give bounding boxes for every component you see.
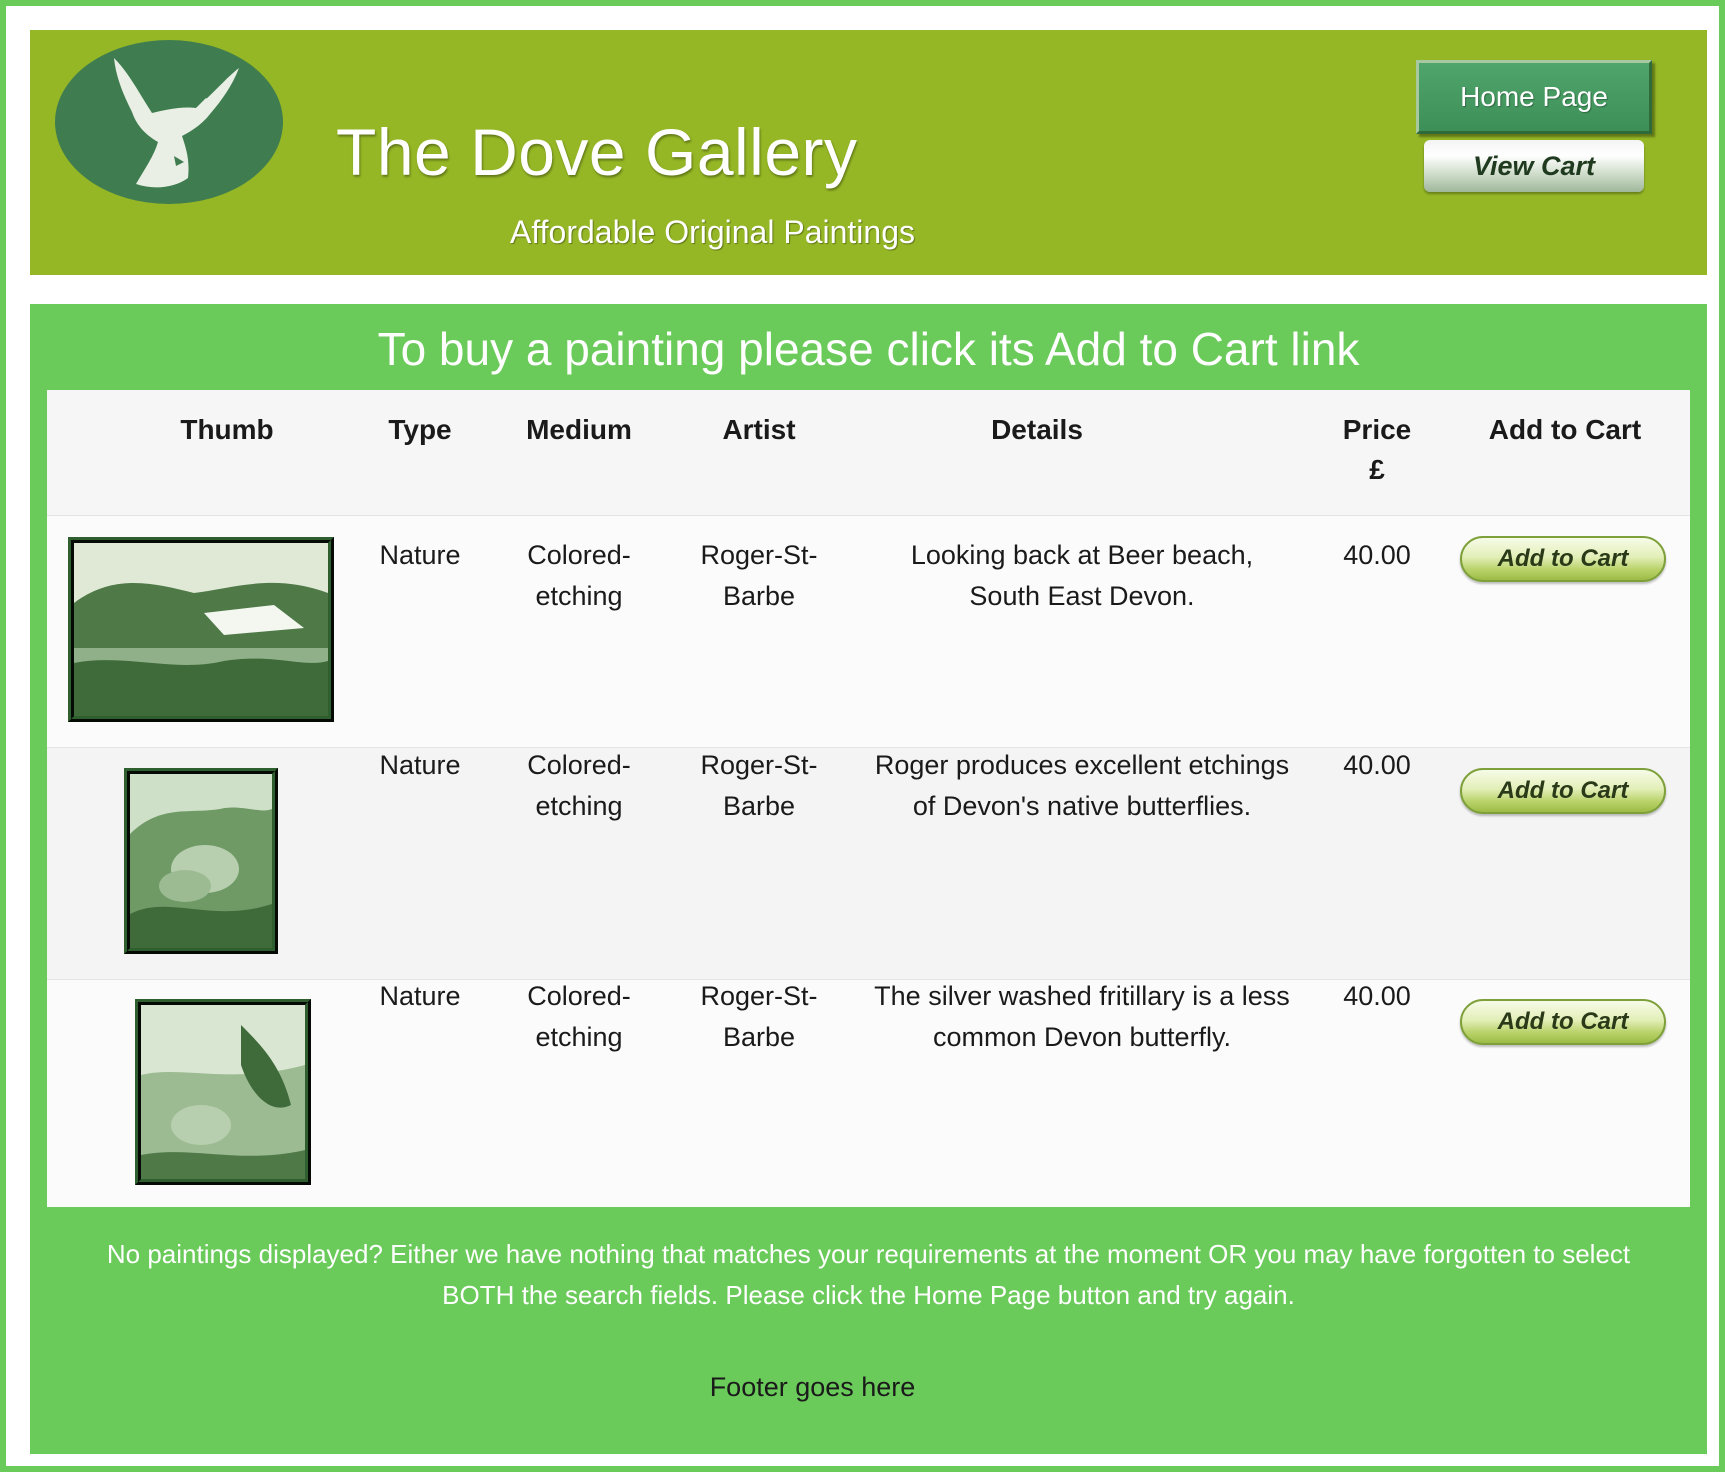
details-cell: Roger produces excellent etchings xyxy=(874,750,1290,780)
site-header: The Dove Gallery Affordable Original Pai… xyxy=(30,30,1707,275)
medium-cell-line2: etching xyxy=(535,581,623,611)
price-cell: 40.00 xyxy=(1343,981,1411,1011)
divider xyxy=(47,515,1690,516)
medium-cell-line2: etching xyxy=(535,1022,623,1052)
painting-thumbnail-butterfly[interactable] xyxy=(124,768,278,954)
medium-cell: Colored- xyxy=(527,981,631,1011)
type-cell: Nature xyxy=(379,540,461,570)
artist-cell: Roger-St- xyxy=(700,981,818,1011)
no-paintings-note: No paintings displayed? Either we have n… xyxy=(50,1234,1687,1316)
main-panel: To buy a painting please click its Add t… xyxy=(30,304,1707,1454)
painting-thumbnail-fritillary[interactable] xyxy=(135,999,311,1185)
column-header-artist: Artist xyxy=(722,414,796,445)
footer-text: Footer goes here xyxy=(709,1372,916,1402)
add-to-cart-button[interactable]: Add to Cart xyxy=(1460,536,1666,582)
details-cell-line2: South East Devon. xyxy=(969,581,1195,611)
column-header-add-to-cart: Add to Cart xyxy=(1488,414,1642,445)
details-cell: The silver washed fritillary is a less xyxy=(874,981,1290,1011)
type-cell: Nature xyxy=(379,750,461,780)
site-tagline: Affordable Original Paintings xyxy=(510,214,915,250)
page-frame: The Dove Gallery Affordable Original Pai… xyxy=(0,0,1725,1472)
paintings-table: Thumb Type Medium Artist Details Price £… xyxy=(47,390,1690,1207)
artist-cell-line2: Barbe xyxy=(722,791,796,821)
column-header-price-currency: £ xyxy=(1369,454,1385,485)
site-title: The Dove Gallery xyxy=(336,115,858,189)
painting-thumbnail-beer-beach[interactable] xyxy=(68,537,334,722)
medium-cell: Colored- xyxy=(527,750,631,780)
view-cart-button[interactable]: View Cart xyxy=(1424,140,1644,192)
artist-cell-line2: Barbe xyxy=(722,1022,796,1052)
add-to-cart-button[interactable]: Add to Cart xyxy=(1460,999,1666,1045)
column-header-details: Details xyxy=(991,414,1083,445)
artist-cell-line2: Barbe xyxy=(722,581,796,611)
artist-cell: Roger-St- xyxy=(700,540,818,570)
add-to-cart-button[interactable]: Add to Cart xyxy=(1460,768,1666,814)
note-line-1: No paintings displayed? Either we have n… xyxy=(106,1239,1631,1269)
home-page-button[interactable]: Home Page xyxy=(1416,60,1652,134)
column-header-thumb: Thumb xyxy=(180,414,274,445)
dove-icon xyxy=(55,40,283,204)
landscape-image xyxy=(74,543,328,716)
instruction-heading: To buy a painting please click its Add t… xyxy=(377,323,1360,375)
type-cell: Nature xyxy=(379,981,461,1011)
price-cell: 40.00 xyxy=(1343,540,1411,570)
column-header-price: Price xyxy=(1342,414,1412,445)
details-cell-line2: common Devon butterfly. xyxy=(932,1022,1232,1052)
butterfly-image xyxy=(141,1005,305,1179)
price-cell: 40.00 xyxy=(1343,750,1411,780)
column-header-type: Type xyxy=(388,414,452,445)
column-header-medium: Medium xyxy=(526,414,632,445)
artist-cell: Roger-St- xyxy=(700,750,818,780)
details-cell-line2: of Devon's native butterflies. xyxy=(912,791,1252,821)
details-cell: Looking back at Beer beach, xyxy=(910,540,1254,570)
note-line-2: BOTH the search fields. Please click the… xyxy=(442,1280,1295,1310)
medium-cell: Colored- xyxy=(527,540,631,570)
medium-cell-line2: etching xyxy=(535,791,623,821)
table-header-row xyxy=(47,390,1690,515)
butterfly-image xyxy=(130,774,272,948)
